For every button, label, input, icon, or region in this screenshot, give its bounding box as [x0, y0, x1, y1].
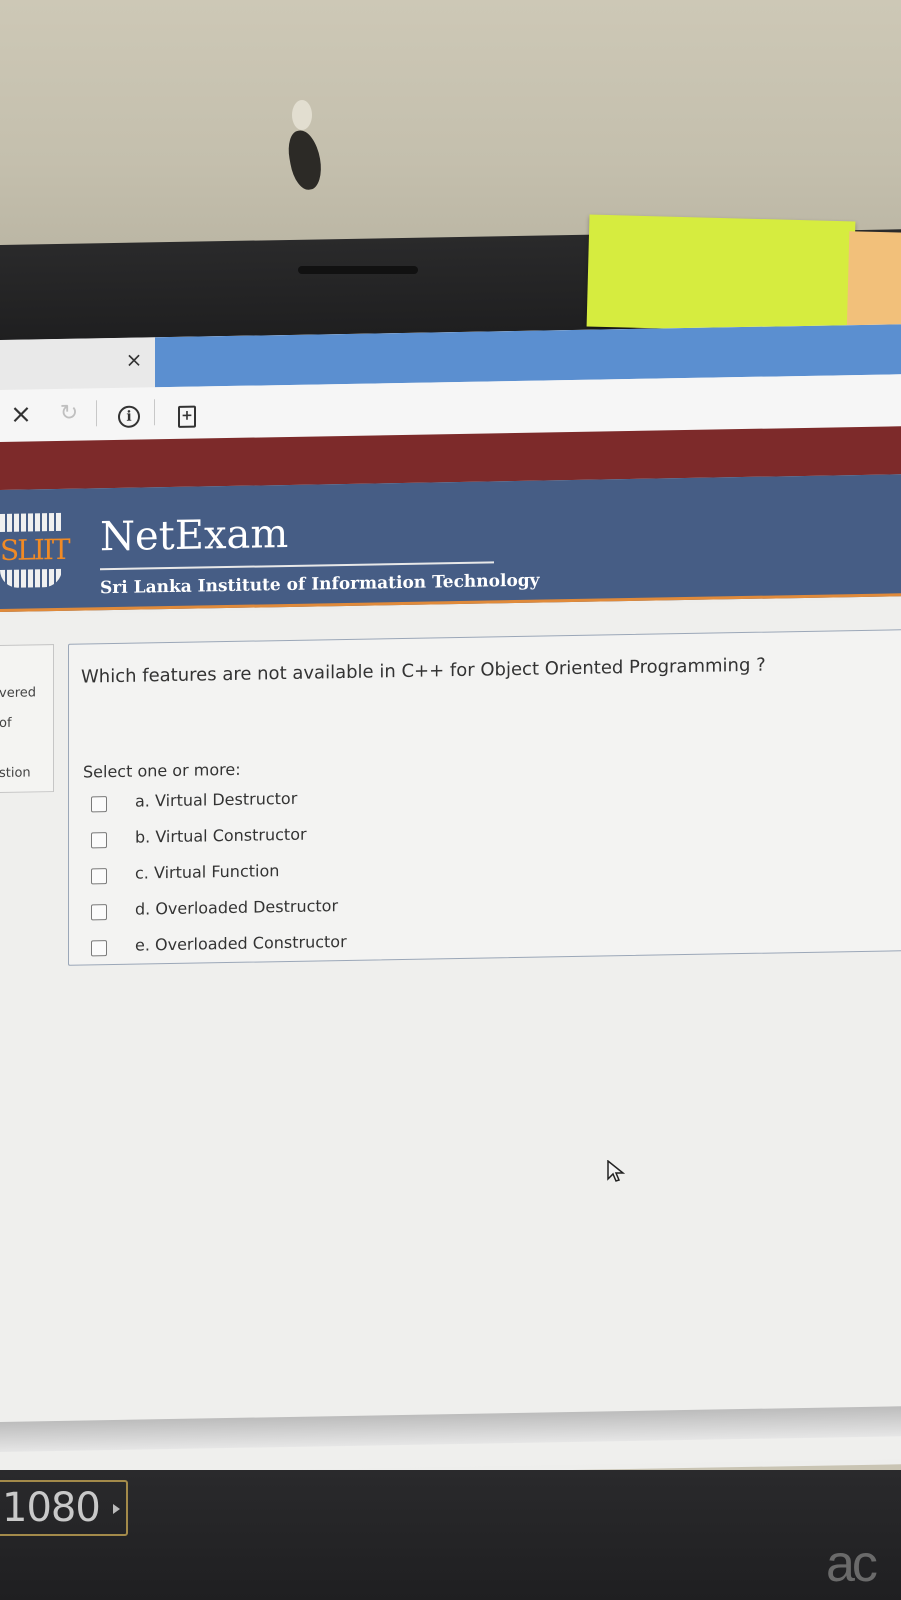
sticky-note-orange — [846, 231, 901, 338]
title-underline — [100, 561, 494, 571]
stop-icon[interactable]: × — [6, 399, 36, 430]
site-info-icon[interactable]: i — [114, 397, 144, 428]
question-card: Which features are not available in C++ … — [68, 628, 901, 966]
resolution-text: 1080 — [2, 1485, 101, 1531]
logo-grid-top — [0, 512, 62, 532]
site-subtitle: Sri Lanka Institute of Information Techn… — [100, 570, 540, 599]
quiz-info-panel: vered of stion — [0, 644, 54, 794]
marks-text: of — [0, 715, 12, 732]
option-checkbox[interactable] — [91, 904, 107, 921]
option-checkbox[interactable] — [91, 832, 107, 849]
sliit-logo[interactable]: SLIIT — [0, 512, 69, 588]
page-icon[interactable]: + — [172, 396, 202, 428]
answer-prompt: Select one or more: — [83, 759, 241, 782]
option-label[interactable]: c. Virtual Function — [135, 861, 279, 883]
option-label[interactable]: a. Virtual Destructor — [135, 789, 297, 811]
option-label[interactable]: b. Virtual Constructor — [135, 825, 307, 847]
flag-question-link[interactable]: stion — [0, 765, 31, 781]
option-label[interactable]: d. Overloaded Destructor — [135, 896, 338, 919]
main-content: vered of stion Which features are not av… — [0, 599, 901, 1475]
wall-mark — [292, 100, 312, 130]
document-icon: + — [178, 405, 196, 428]
logo-text: SLIIT — [0, 532, 69, 567]
toolbar-divider — [96, 400, 97, 427]
logo-grid-bottom — [0, 568, 62, 588]
site-title: NetExam — [100, 510, 289, 561]
reload-icon[interactable]: ↻ — [54, 399, 84, 430]
wall-mark-dark — [285, 127, 325, 193]
question-text: Which features are not available in C++ … — [81, 654, 766, 688]
toolbar-divider — [154, 399, 155, 426]
answer-options: a. Virtual Destructor b. Virtual Constru… — [91, 780, 691, 970]
option-checkbox[interactable] — [91, 940, 107, 957]
info-circle: i — [118, 405, 140, 428]
tab-close-icon[interactable]: × — [122, 347, 146, 372]
answer-status-text: vered — [0, 685, 37, 702]
option-label[interactable]: e. Overloaded Constructor — [135, 932, 347, 955]
webcam-slot — [298, 266, 418, 274]
resolution-sticker: 1080 — [0, 1480, 128, 1536]
monitor-bezel-bottom — [0, 1470, 901, 1600]
play-triangle-icon — [113, 1504, 120, 1514]
option-checkbox[interactable] — [91, 868, 107, 885]
monitor-brand-logo: ac — [826, 1535, 878, 1593]
sticky-note — [586, 214, 856, 334]
browser-screen: × × ↻ i + SLIIT NetExam Sri Lanka Instit… — [0, 324, 901, 1481]
option-checkbox[interactable] — [91, 796, 107, 813]
site-header: SLIIT NetExam Sri Lanka Institute of Inf… — [0, 474, 901, 612]
